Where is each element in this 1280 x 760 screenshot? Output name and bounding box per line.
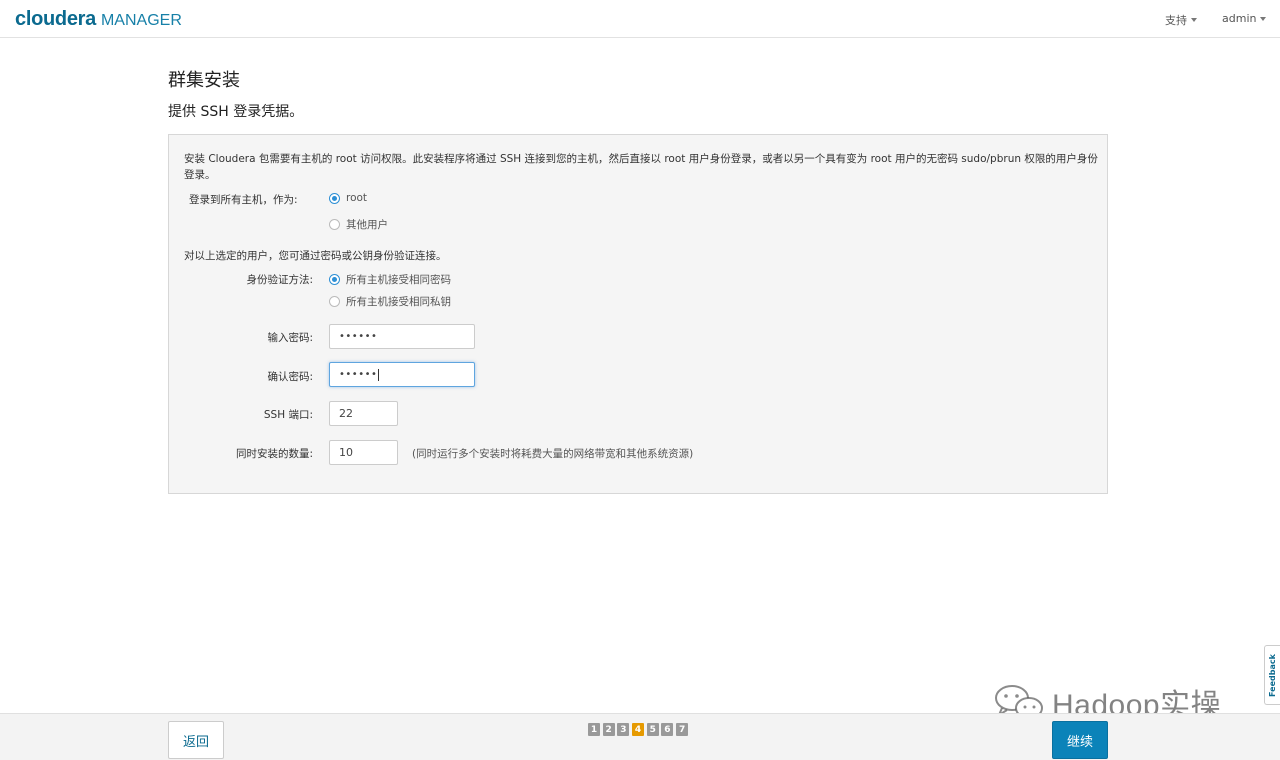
confirm-password-label: 确认密码: (267, 371, 313, 383)
wizard-step-4-current: 4 (632, 723, 645, 736)
radio-unchecked-icon (329, 296, 340, 307)
support-menu[interactable]: 支持 (1165, 12, 1197, 28)
user-menu-label: admin (1222, 12, 1257, 25)
feedback-tab[interactable]: Feedback (1264, 645, 1280, 705)
concurrent-installs-value: 10 (339, 446, 353, 459)
login-as-label: 登录到所有主机，作为: (189, 194, 298, 206)
concurrent-installs-hint: (同时运行多个安装时将耗费大量的网络带宽和其他系统资源) (412, 448, 694, 460)
wizard-steps: 1 2 3 4 5 6 7 (588, 723, 691, 736)
password-value: •••••• (339, 331, 378, 342)
radio-auth-private-key[interactable]: 所有主机接受相同私钥 (329, 294, 451, 309)
caret-down-icon (1191, 18, 1197, 22)
wizard-step-5: 5 (646, 723, 659, 736)
caret-down-icon (1260, 16, 1267, 21)
continue-button[interactable]: 继续 (1052, 721, 1108, 759)
radio-login-other-user-label: 其他用户 (346, 219, 388, 231)
ssh-credentials-panel: 安装 Cloudera 包需要有主机的 root 访问权限。此安装程序将通过 S… (168, 134, 1108, 494)
ssh-port-label: SSH 端口: (263, 409, 313, 421)
auth-method-label: 身份验证方法: (246, 274, 313, 286)
page-title: 群集安装 (168, 70, 240, 91)
radio-auth-password[interactable]: 所有主机接受相同密码 (329, 272, 451, 287)
wizard-step-1: 1 (588, 723, 600, 736)
radio-checked-icon (329, 192, 340, 204)
confirm-password-value: •••••• (339, 369, 378, 380)
cloudera-manager-logo[interactable]: cloudera MANAGER (15, 8, 182, 30)
back-button[interactable]: 返回 (168, 721, 224, 759)
password-label: 输入密码: (267, 332, 313, 344)
logo-sub-text: MANAGER (100, 12, 182, 29)
user-menu[interactable]: admin (1222, 12, 1267, 25)
wizard-step-3: 3 (617, 723, 630, 736)
radio-auth-password-label: 所有主机接受相同密码 (346, 274, 451, 286)
text-cursor (378, 368, 380, 381)
radio-login-root-label: root (346, 192, 368, 204)
concurrent-installs-input[interactable]: 10 (329, 440, 398, 465)
support-menu-label: 支持 (1165, 14, 1187, 27)
confirm-password-input[interactable]: •••••• (329, 362, 475, 387)
wizard-step-6: 6 (661, 723, 674, 736)
ssh-port-input[interactable]: 22 (329, 401, 398, 426)
concurrent-installs-label: 同时安装的数量: (235, 448, 313, 460)
wizard-step-7: 7 (676, 723, 689, 736)
page-subtitle: 提供 SSH 登录凭据。 (168, 104, 304, 120)
wizard-footer: 返回 1 2 3 4 5 6 7 继续 (0, 713, 1280, 760)
top-navbar: cloudera MANAGER 支持 admin (0, 0, 1280, 38)
radio-login-root[interactable]: root (329, 192, 367, 204)
auth-note: 对以上选定的用户，您可通过密码或公钥身份验证连接。 (184, 250, 447, 262)
intro-text: 安装 Cloudera 包需要有主机的 root 访问权限。此安装程序将通过 S… (184, 153, 1098, 181)
radio-checked-icon (329, 274, 340, 285)
feedback-label: Feedback (1268, 653, 1277, 697)
radio-unchecked-icon (329, 219, 340, 230)
radio-auth-private-key-label: 所有主机接受相同私钥 (346, 296, 451, 308)
radio-login-other-user[interactable]: 其他用户 (329, 217, 388, 232)
password-input[interactable]: •••••• (329, 324, 475, 349)
wizard-step-2: 2 (602, 723, 615, 736)
logo-main-text: cloudera (15, 8, 96, 30)
ssh-port-value: 22 (339, 407, 353, 420)
